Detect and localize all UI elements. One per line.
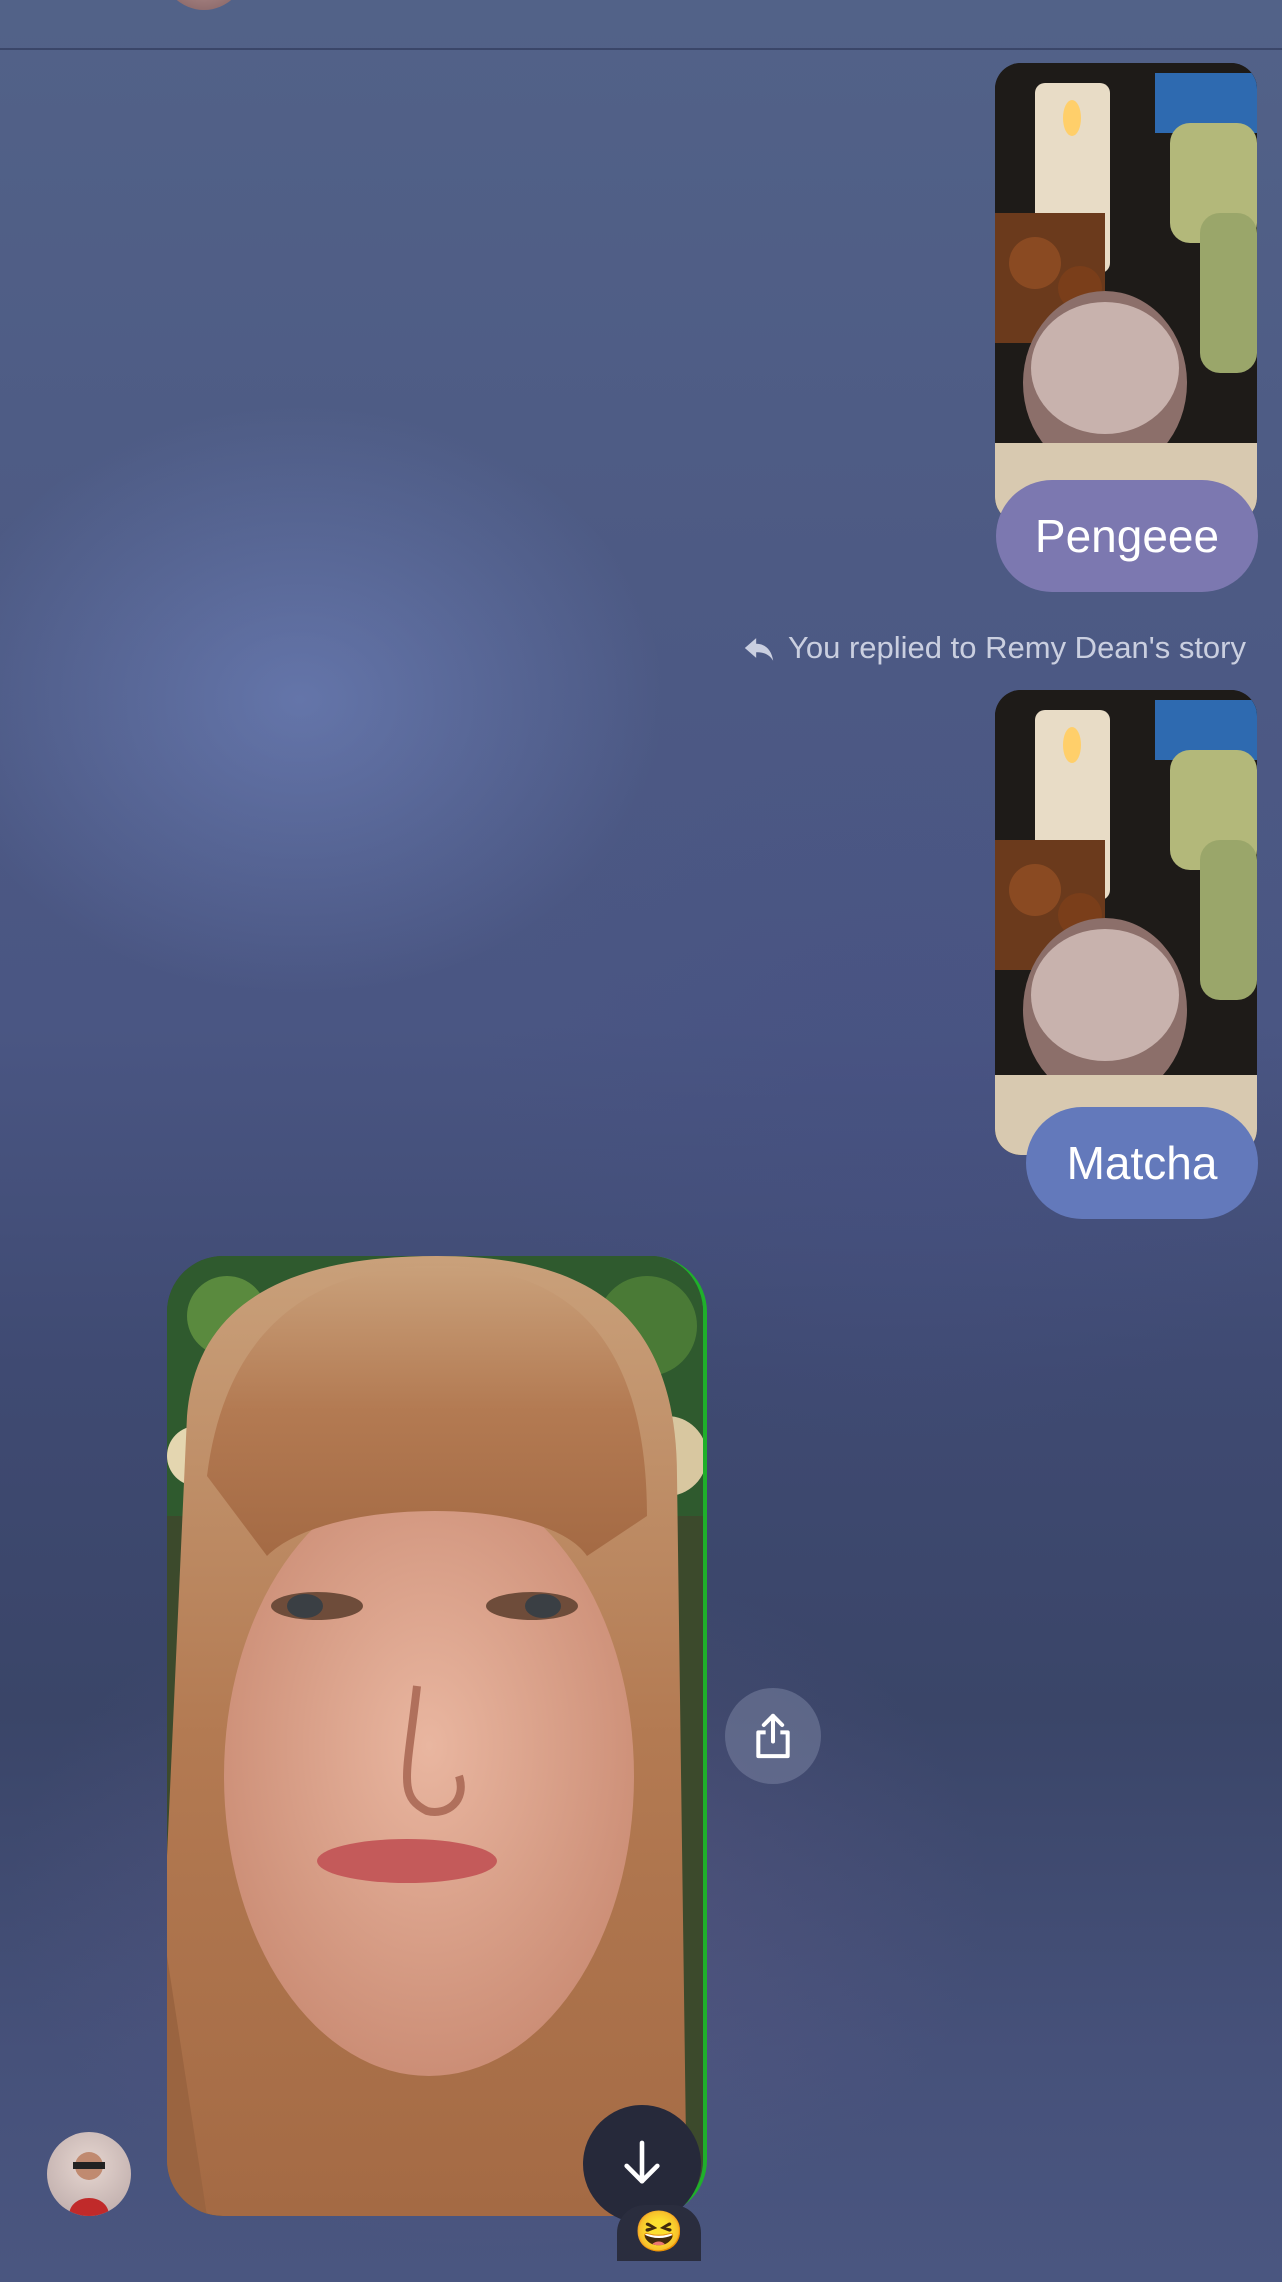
story-image-thumbnail[interactable]: [995, 63, 1257, 523]
message-text: Matcha: [1066, 1137, 1218, 1189]
received-photo[interactable]: [167, 1256, 707, 2216]
share-icon: [756, 1713, 790, 1759]
message-bubble-matcha[interactable]: Matcha: [1026, 1107, 1258, 1219]
selfie-photo-illustration: [167, 1256, 703, 2216]
food-photo-illustration: [995, 63, 1257, 523]
message-reaction[interactable]: 😆: [617, 2205, 701, 2261]
header-divider: [0, 48, 1282, 50]
avatar-image: [69, 2152, 109, 2216]
header-avatar[interactable]: [162, 0, 246, 10]
arrow-down-icon: [624, 2140, 660, 2184]
story-reply-note: You replied to Remy Dean's story: [742, 630, 1246, 666]
message-bubble-pengeee[interactable]: Pengeee: [996, 480, 1258, 592]
reply-arrow-icon: [744, 638, 774, 661]
share-button[interactable]: [725, 1688, 821, 1784]
reaction-emoji: 😆: [634, 2210, 684, 2254]
story-image-thumbnail[interactable]: [995, 690, 1257, 1155]
food-photo-illustration: [995, 690, 1257, 1155]
reply-note-text: You replied to Remy Dean's story: [788, 630, 1246, 665]
sender-avatar[interactable]: [47, 2132, 131, 2216]
message-text: Pengeee: [1034, 510, 1220, 562]
